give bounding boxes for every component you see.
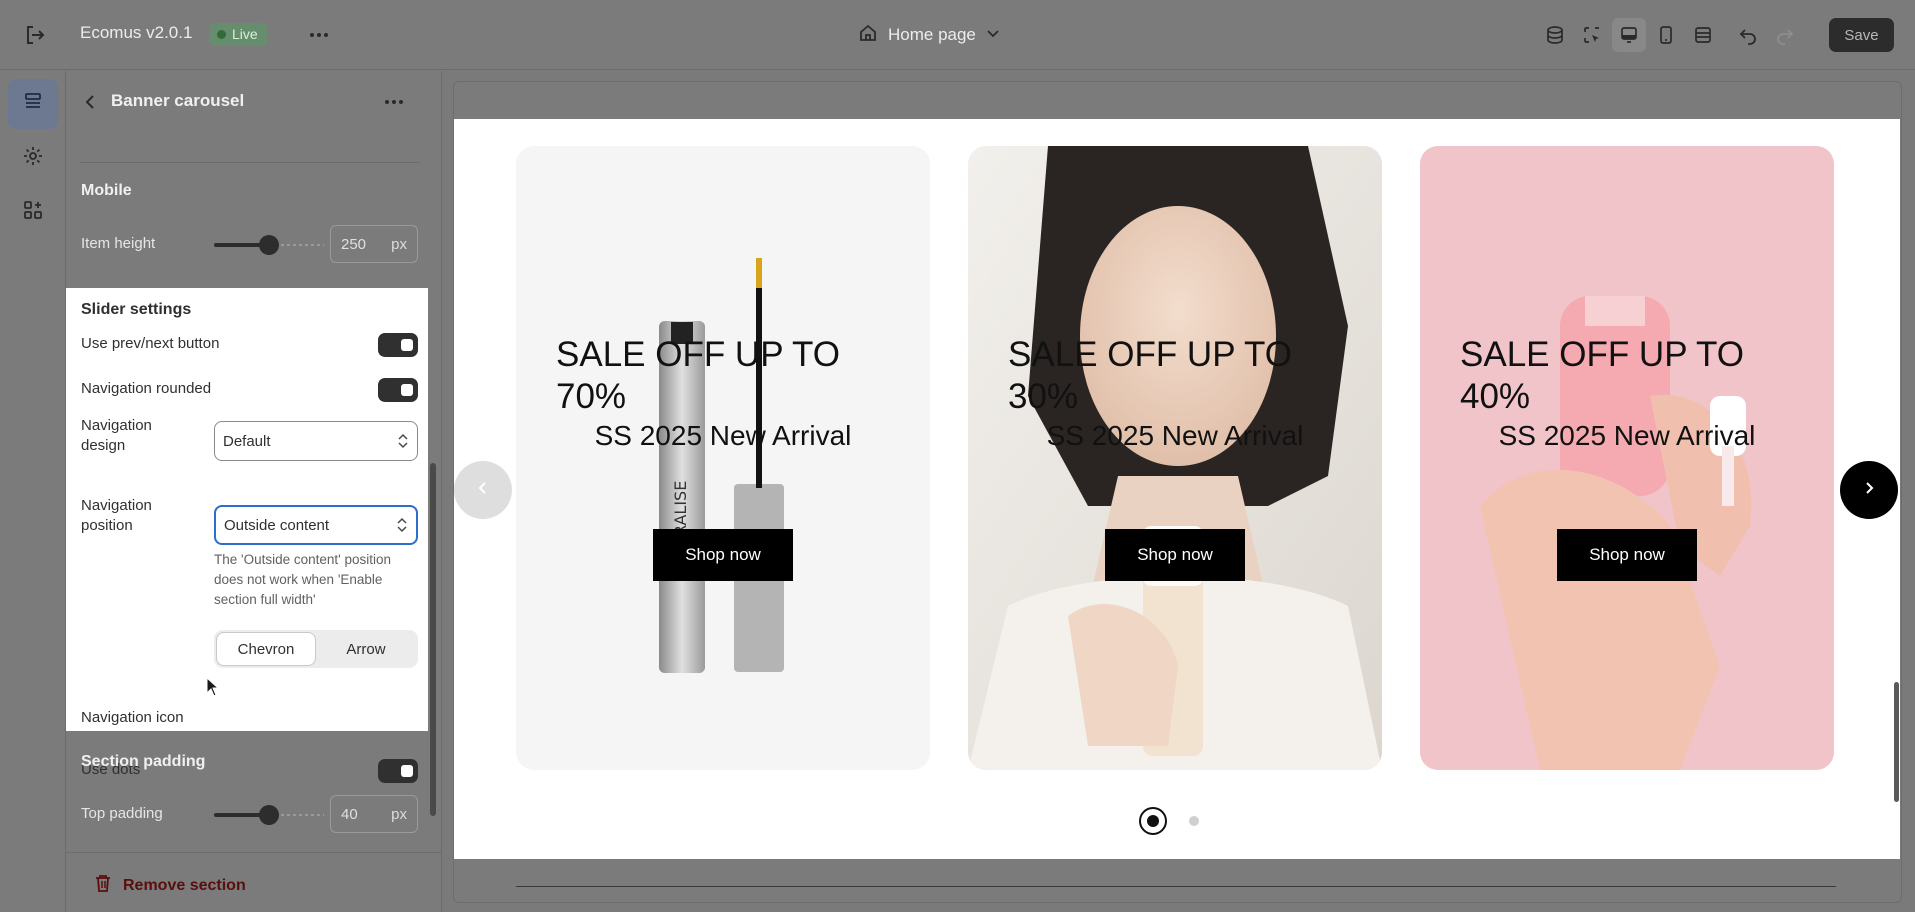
status-badge-label: Live (232, 26, 258, 42)
section-padding-heading: Section padding (81, 753, 206, 770)
select-chevron-icon (397, 432, 409, 450)
slide-subtitle: SS 2025 New Arrival (1498, 420, 1756, 451)
home-icon (858, 23, 878, 48)
shop-now-button[interactable]: Shop now (1557, 529, 1697, 581)
carousel-next-button[interactable] (1840, 461, 1898, 519)
page-selector[interactable]: Home page (858, 20, 1000, 50)
top-bar: Ecomus v2.0.1 Live Home page Save (0, 0, 1915, 70)
nav-rounded-toggle[interactable] (378, 378, 418, 402)
nav-position-value: Outside content (224, 516, 330, 534)
item-height-value: 250 (341, 235, 367, 253)
toolbar-right: Save (1538, 18, 1915, 52)
top-padding-slider-handle[interactable] (259, 805, 279, 825)
divider (80, 162, 420, 163)
remove-section-label: Remove section (123, 876, 246, 894)
redo-icon[interactable] (1768, 18, 1802, 52)
carousel-prev-button[interactable] (454, 461, 512, 519)
undo-icon[interactable] (1731, 18, 1765, 52)
remove-section-button[interactable]: Remove section (94, 873, 246, 898)
mascara-brand-text: RALISE (671, 481, 690, 536)
shop-now-button[interactable]: Shop now (1105, 529, 1245, 581)
top-padding-value: 40 (341, 805, 358, 823)
top-padding-unit: px (391, 805, 407, 823)
mouse-cursor-icon (206, 676, 220, 697)
desktop-view-icon[interactable] (1612, 18, 1646, 52)
nav-design-select[interactable]: Default (214, 421, 418, 461)
inspector-select-icon[interactable] (1575, 18, 1609, 52)
slider-settings-heading: Slider settings (81, 301, 192, 318)
item-height-slider-handle[interactable] (259, 235, 279, 255)
slide-title: SALE OFF UP TO 30% (1008, 335, 1292, 416)
slide-card-3[interactable]: SALE OFF UP TO 40% SS 2025 New Arrival S… (1420, 146, 1834, 770)
preview-scrollbar[interactable] (1894, 682, 1899, 802)
chevron-right-icon (1861, 480, 1877, 500)
gear-icon (22, 145, 44, 171)
slide-card-1[interactable]: RALISE SALE OFF UP TO 70% SS 2025 New Ar… (516, 146, 930, 770)
chevron-left-icon (475, 480, 491, 500)
item-height-label: Item height (81, 235, 156, 252)
status-badge: Live (209, 23, 267, 46)
top-padding-label: Top padding (81, 805, 163, 822)
slide-subtitle: SS 2025 New Arrival (594, 420, 852, 451)
slide-image-model (968, 146, 1382, 770)
left-rail (0, 71, 66, 912)
nav-rounded-label: Navigation rounded (81, 380, 212, 397)
select-chevron-icon (396, 516, 408, 534)
more-horizontal-icon[interactable] (306, 22, 332, 48)
panel-title: Banner carousel (111, 91, 245, 110)
back-chevron-icon[interactable] (80, 91, 102, 113)
slide-card-2[interactable]: SALE OFF UP TO 30% SS 2025 New Arrival S… (968, 146, 1382, 770)
divider-line (516, 886, 1836, 887)
preview-canvas: RALISE SALE OFF UP TO 70% SS 2025 New Ar… (454, 119, 1900, 859)
carousel-dot-active[interactable] (1139, 807, 1167, 835)
save-button[interactable]: Save (1829, 18, 1894, 52)
use-prev-next-label: Use prev/next button (81, 335, 220, 352)
trash-icon (94, 873, 112, 898)
full-width-view-icon[interactable] (1686, 18, 1720, 52)
settings-panel: Banner carousel Mobile Item height 250 p… (66, 71, 442, 912)
slide-image-serum (1420, 146, 1834, 770)
exit-icon[interactable] (22, 22, 48, 48)
remove-section-row: Remove section (66, 852, 442, 912)
panel-header: Banner carousel (66, 71, 442, 133)
nav-design-label: Navigation design (81, 417, 152, 454)
slide-subtitle: SS 2025 New Arrival (1046, 420, 1304, 451)
rail-settings[interactable] (8, 133, 58, 183)
nav-icon-option-chevron[interactable]: Chevron (217, 633, 315, 665)
apps-icon (22, 199, 44, 225)
theme-database-icon[interactable] (1538, 18, 1572, 52)
carousel-dots (1139, 807, 1199, 835)
app-name: Ecomus v2.0.1 (80, 23, 193, 42)
page-selector-label: Home page (888, 25, 976, 44)
carousel-dot[interactable] (1189, 816, 1199, 826)
use-prev-next-toggle[interactable] (378, 333, 418, 357)
shop-now-button[interactable]: Shop now (653, 529, 793, 581)
slide-image-mascara: RALISE (516, 146, 930, 770)
use-dots-toggle[interactable] (378, 759, 418, 783)
top-padding-field[interactable]: 40 px (330, 795, 418, 833)
nav-icon-option-arrow[interactable]: Arrow (317, 633, 415, 665)
nav-position-help: The 'Outside content' position does not … (214, 552, 392, 607)
slide-title: SALE OFF UP TO 40% (1460, 335, 1744, 416)
rail-sections[interactable] (8, 79, 58, 129)
more-horizontal-icon[interactable] (381, 91, 407, 113)
mobile-heading: Mobile (81, 182, 132, 199)
nav-icon-segmented: Chevron Arrow (214, 630, 418, 668)
slide-title: SALE OFF UP TO 70% (556, 335, 840, 416)
live-dot-icon (217, 30, 226, 39)
panel-scrollbar[interactable] (430, 463, 436, 816)
preview-frame: RALISE SALE OFF UP TO 70% SS 2025 New Ar… (453, 81, 1902, 903)
nav-position-label: Navigation position (81, 497, 152, 534)
nav-position-select[interactable]: Outside content (214, 505, 418, 545)
item-height-field[interactable]: 250 px (330, 225, 418, 263)
nav-icon-label: Navigation icon (81, 709, 184, 726)
chevron-down-icon (986, 25, 1000, 45)
item-height-unit: px (391, 235, 407, 253)
rail-apps[interactable] (8, 187, 58, 237)
sections-icon (22, 91, 44, 117)
nav-design-value: Default (223, 432, 271, 450)
mobile-view-icon[interactable] (1649, 18, 1683, 52)
